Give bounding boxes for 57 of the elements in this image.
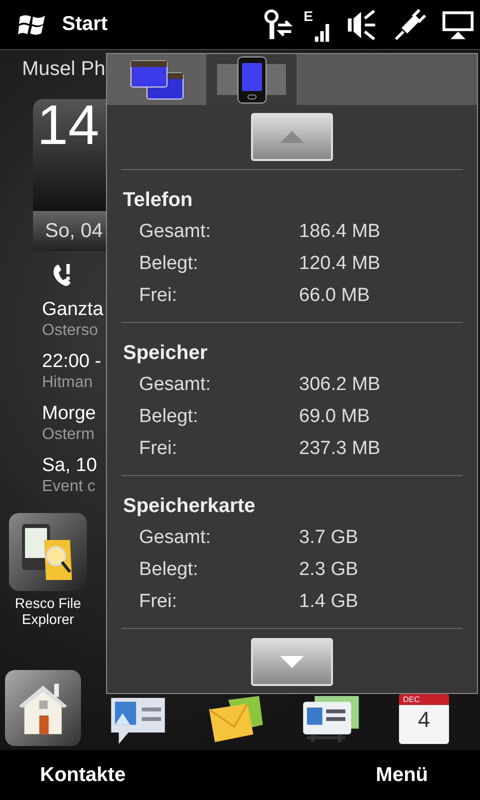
memory-value: 306.2 MB xyxy=(299,374,380,396)
section-title: Speicherkarte xyxy=(123,494,256,518)
home-tile[interactable] xyxy=(5,670,81,746)
appointment-detail: Osterm xyxy=(42,425,94,445)
date-label: So, 04 xyxy=(45,220,103,242)
speaker-muted-icon[interactable] xyxy=(346,8,378,40)
appointment-title[interactable]: Ganzta xyxy=(42,299,104,321)
memory-value: 66.0 MB xyxy=(299,285,370,307)
memory-label: Gesamt: xyxy=(139,527,212,549)
memory-value: 186.4 MB xyxy=(299,221,380,243)
calendar-icon[interactable]: DEC 4 xyxy=(399,694,449,744)
memory-label: Belegt: xyxy=(139,559,200,581)
appointment-detail: Osterso xyxy=(42,321,98,341)
down-arrow-icon xyxy=(280,656,304,668)
network-type-label: E xyxy=(304,8,313,24)
calendar-day: 4 xyxy=(418,705,430,735)
appointment-detail: Hitman xyxy=(42,373,93,393)
calendar-month: DEC xyxy=(399,694,449,705)
contact-card-icon[interactable] xyxy=(301,696,359,744)
memory-label: Belegt: xyxy=(139,253,200,275)
app-label[interactable]: Resco File Explorer xyxy=(14,595,82,627)
screen-icon[interactable] xyxy=(442,8,474,40)
scroll-down-button[interactable] xyxy=(251,638,333,686)
appointment-title[interactable]: Sa, 10 xyxy=(42,455,97,477)
signal-strength-icon xyxy=(314,22,330,42)
memory-value: 3.7 GB xyxy=(299,527,358,549)
memory-value: 237.3 MB xyxy=(299,438,380,460)
appointment-detail: Event c xyxy=(42,477,96,497)
section-title: Speicher xyxy=(123,341,208,365)
scroll-up-button[interactable] xyxy=(251,113,333,161)
memory-label: Gesamt: xyxy=(139,221,212,243)
memory-value: 2.3 GB xyxy=(299,559,358,581)
plug-icon[interactable] xyxy=(394,8,426,40)
envelope-icon[interactable] xyxy=(207,696,265,744)
app-tile[interactable] xyxy=(9,513,87,591)
appointment-title[interactable]: Morge xyxy=(42,403,96,425)
memory-label: Frei: xyxy=(139,438,178,460)
section-title: Telefon xyxy=(123,188,194,212)
memory-label: Frei: xyxy=(139,285,178,307)
up-arrow-icon xyxy=(280,131,304,143)
windows-tab[interactable] xyxy=(107,54,207,105)
memory-value: 69.0 MB xyxy=(299,406,370,428)
memory-value: 1.4 GB xyxy=(299,591,358,613)
windows-stack-icon xyxy=(128,58,184,100)
phone-tab[interactable] xyxy=(207,54,297,105)
start-label[interactable]: Start xyxy=(62,13,108,36)
softkey-button[interactable]: Kontakte xyxy=(40,764,126,786)
antenna-sync-icon[interactable] xyxy=(262,8,294,40)
picture-message-icon[interactable] xyxy=(109,696,167,744)
memory-label: Frei: xyxy=(139,591,178,613)
phone-icon xyxy=(236,56,266,104)
owner-name: Musel Ph xyxy=(22,58,106,81)
appointment-title[interactable]: 22:00 - xyxy=(42,351,102,373)
softkey-button[interactable]: Menü xyxy=(376,764,428,786)
memory-label: Gesamt: xyxy=(139,374,212,396)
memory-value: 120.4 MB xyxy=(299,253,380,275)
memory-label: Belegt: xyxy=(139,406,200,428)
